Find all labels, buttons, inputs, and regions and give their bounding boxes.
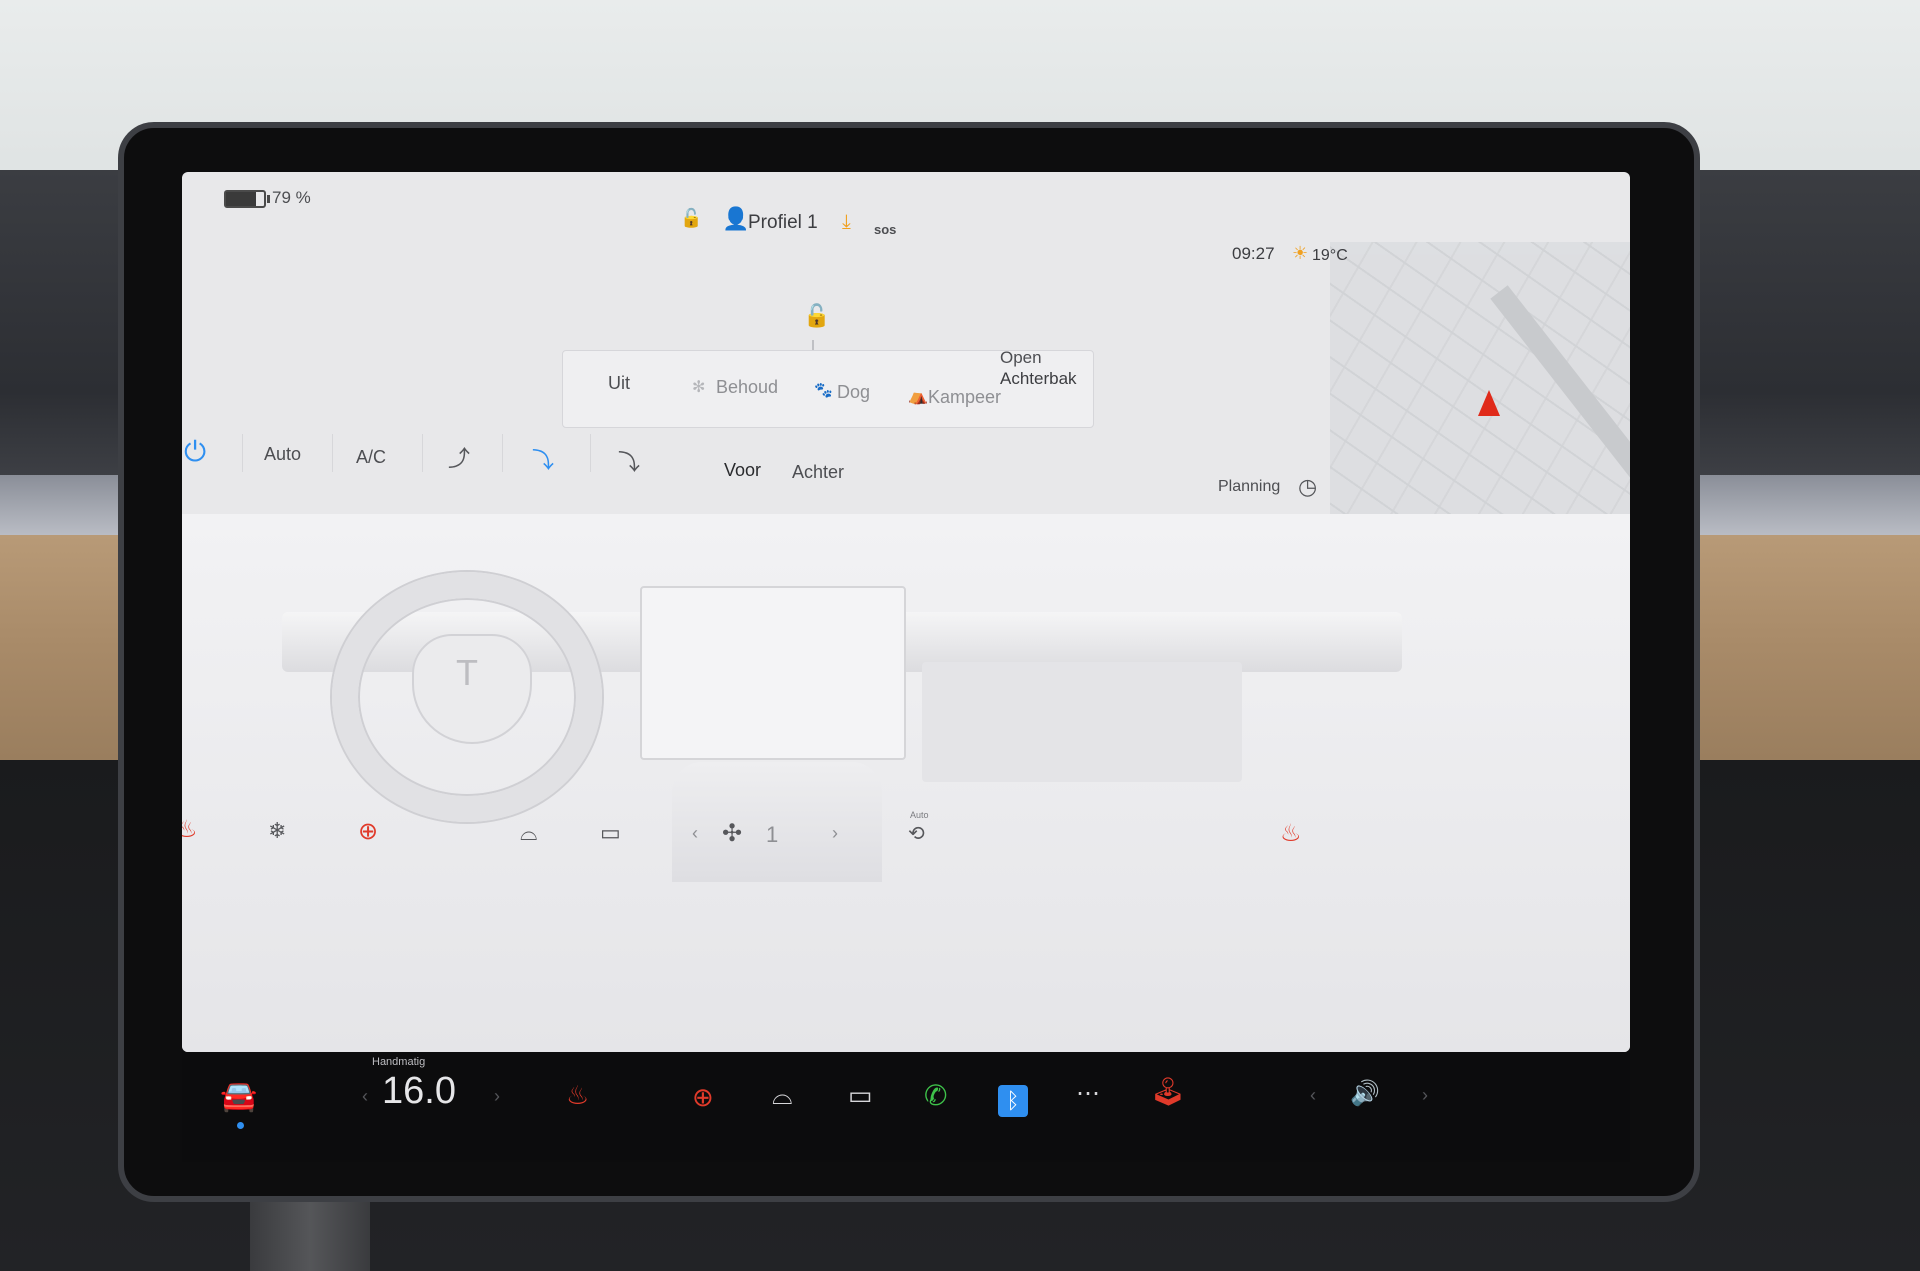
temp-increase-icon[interactable]: › [494, 1087, 500, 1105]
touchscreen: 79 % 🔓 👤 Profiel 1 ⤓ sos 09:27 ☀ 19°C 🔓 … [182, 172, 1630, 1052]
paw-icon: 🐾 [814, 382, 833, 399]
bluetooth-icon[interactable]: ᛒ [998, 1085, 1028, 1117]
mode-camp[interactable]: Kampeer [928, 387, 1001, 408]
power-icon[interactable]: ⏻ [184, 438, 206, 466]
battery-icon [224, 190, 270, 208]
steering-wheel-heater-icon[interactable]: ⊕ [358, 820, 378, 844]
airflow-windshield-icon[interactable]: ⤵ [618, 452, 640, 474]
seat-heater-left-icon[interactable]: ♨ [182, 818, 198, 842]
seat-heater-icon[interactable]: ♨ [566, 1082, 589, 1108]
planning-button[interactable]: Planning [1218, 478, 1280, 496]
tab-front[interactable]: Voor [724, 460, 761, 481]
fan-speed: 1 [766, 822, 779, 847]
separator [422, 434, 423, 472]
fan-icon: ✻ [692, 379, 706, 396]
profile-name[interactable]: Profiel 1 [748, 212, 818, 234]
seat-heater-right-icon[interactable]: ♨ [1280, 822, 1302, 846]
fan-decrease-icon[interactable]: ‹ [692, 824, 698, 842]
separator [502, 434, 503, 472]
mode-off[interactable]: Uit [608, 373, 630, 394]
airflow-face-icon[interactable]: ⤴ [448, 448, 470, 470]
separator [242, 434, 243, 472]
tesla-logo-icon: T [456, 652, 478, 693]
steering-wheel-heater-icon[interactable]: ⊕ [692, 1084, 714, 1110]
front-defrost-icon[interactable]: ⌓ [772, 1082, 793, 1108]
outside-temperature: 19°C [1312, 247, 1348, 264]
volume-increase-icon[interactable]: › [1422, 1086, 1428, 1104]
auto-button[interactable]: Auto [264, 444, 301, 465]
separator [590, 434, 591, 472]
download-icon[interactable]: ⤓ [842, 212, 851, 232]
navigation-arrow-icon [1478, 390, 1500, 416]
tent-icon: ⛺ [908, 388, 928, 405]
rear-defrost-icon[interactable]: ▭ [600, 822, 621, 844]
driver-temperature[interactable]: 16.0 [382, 1070, 456, 1113]
glovebox-illustration [922, 662, 1242, 782]
tab-rear[interactable]: Achter [792, 462, 844, 483]
taskbar: 🚘 Handmatig ‹ 16.0 › ♨ ⊕ ⌓ ▭ ✆ ᛒ ⋯ 🕹 ‹ 🔊… [182, 1052, 1630, 1162]
active-indicator [237, 1122, 244, 1129]
volume-icon[interactable]: 🔊 [1350, 1082, 1380, 1106]
sos-icon[interactable]: sos [874, 222, 896, 237]
joystick-icon[interactable]: 🕹 [1150, 1078, 1186, 1106]
temperature-mode-label: Handmatig [372, 1056, 426, 1068]
clock-time: 09:27 [1232, 244, 1275, 263]
clock-icon[interactable]: ◷ [1298, 476, 1317, 498]
more-icon[interactable]: ⋯ [1076, 1082, 1100, 1106]
mode-keep[interactable]: Behoud [716, 377, 778, 398]
seat-ventilation-icon[interactable]: ❄ [268, 820, 286, 842]
ac-button[interactable]: A/C [356, 447, 386, 468]
battery-percent: 79 % [272, 188, 311, 207]
temp-decrease-icon[interactable]: ‹ [362, 1087, 368, 1105]
open-trunk-label-2[interactable]: Achterbak [1000, 369, 1077, 389]
lock-icon[interactable]: 🔓 [803, 305, 830, 327]
separator [332, 434, 333, 472]
rear-defrost-icon[interactable]: ▭ [848, 1082, 873, 1108]
lock-icon[interactable]: 🔓 [680, 209, 702, 227]
car-icon[interactable]: 🚘 [220, 1082, 257, 1112]
open-trunk-label[interactable]: Open [1000, 348, 1042, 368]
recirculation-icon[interactable]: ⟲ [908, 824, 925, 844]
airflow-feet-icon[interactable]: ⤵ [532, 450, 554, 472]
fan-icon: ✣ [722, 820, 743, 847]
mode-dog[interactable]: Dog [837, 382, 870, 403]
front-defrost-icon[interactable]: ⌓ [520, 822, 537, 844]
sun-icon: ☀ [1292, 243, 1309, 263]
person-icon[interactable]: 👤 [722, 208, 749, 230]
volume-decrease-icon[interactable]: ‹ [1310, 1086, 1316, 1104]
center-screen-illustration [640, 586, 906, 760]
fan-increase-icon[interactable]: › [832, 824, 838, 842]
recirculation-auto-label: Auto [910, 810, 929, 820]
phone-icon[interactable]: ✆ [924, 1082, 947, 1110]
